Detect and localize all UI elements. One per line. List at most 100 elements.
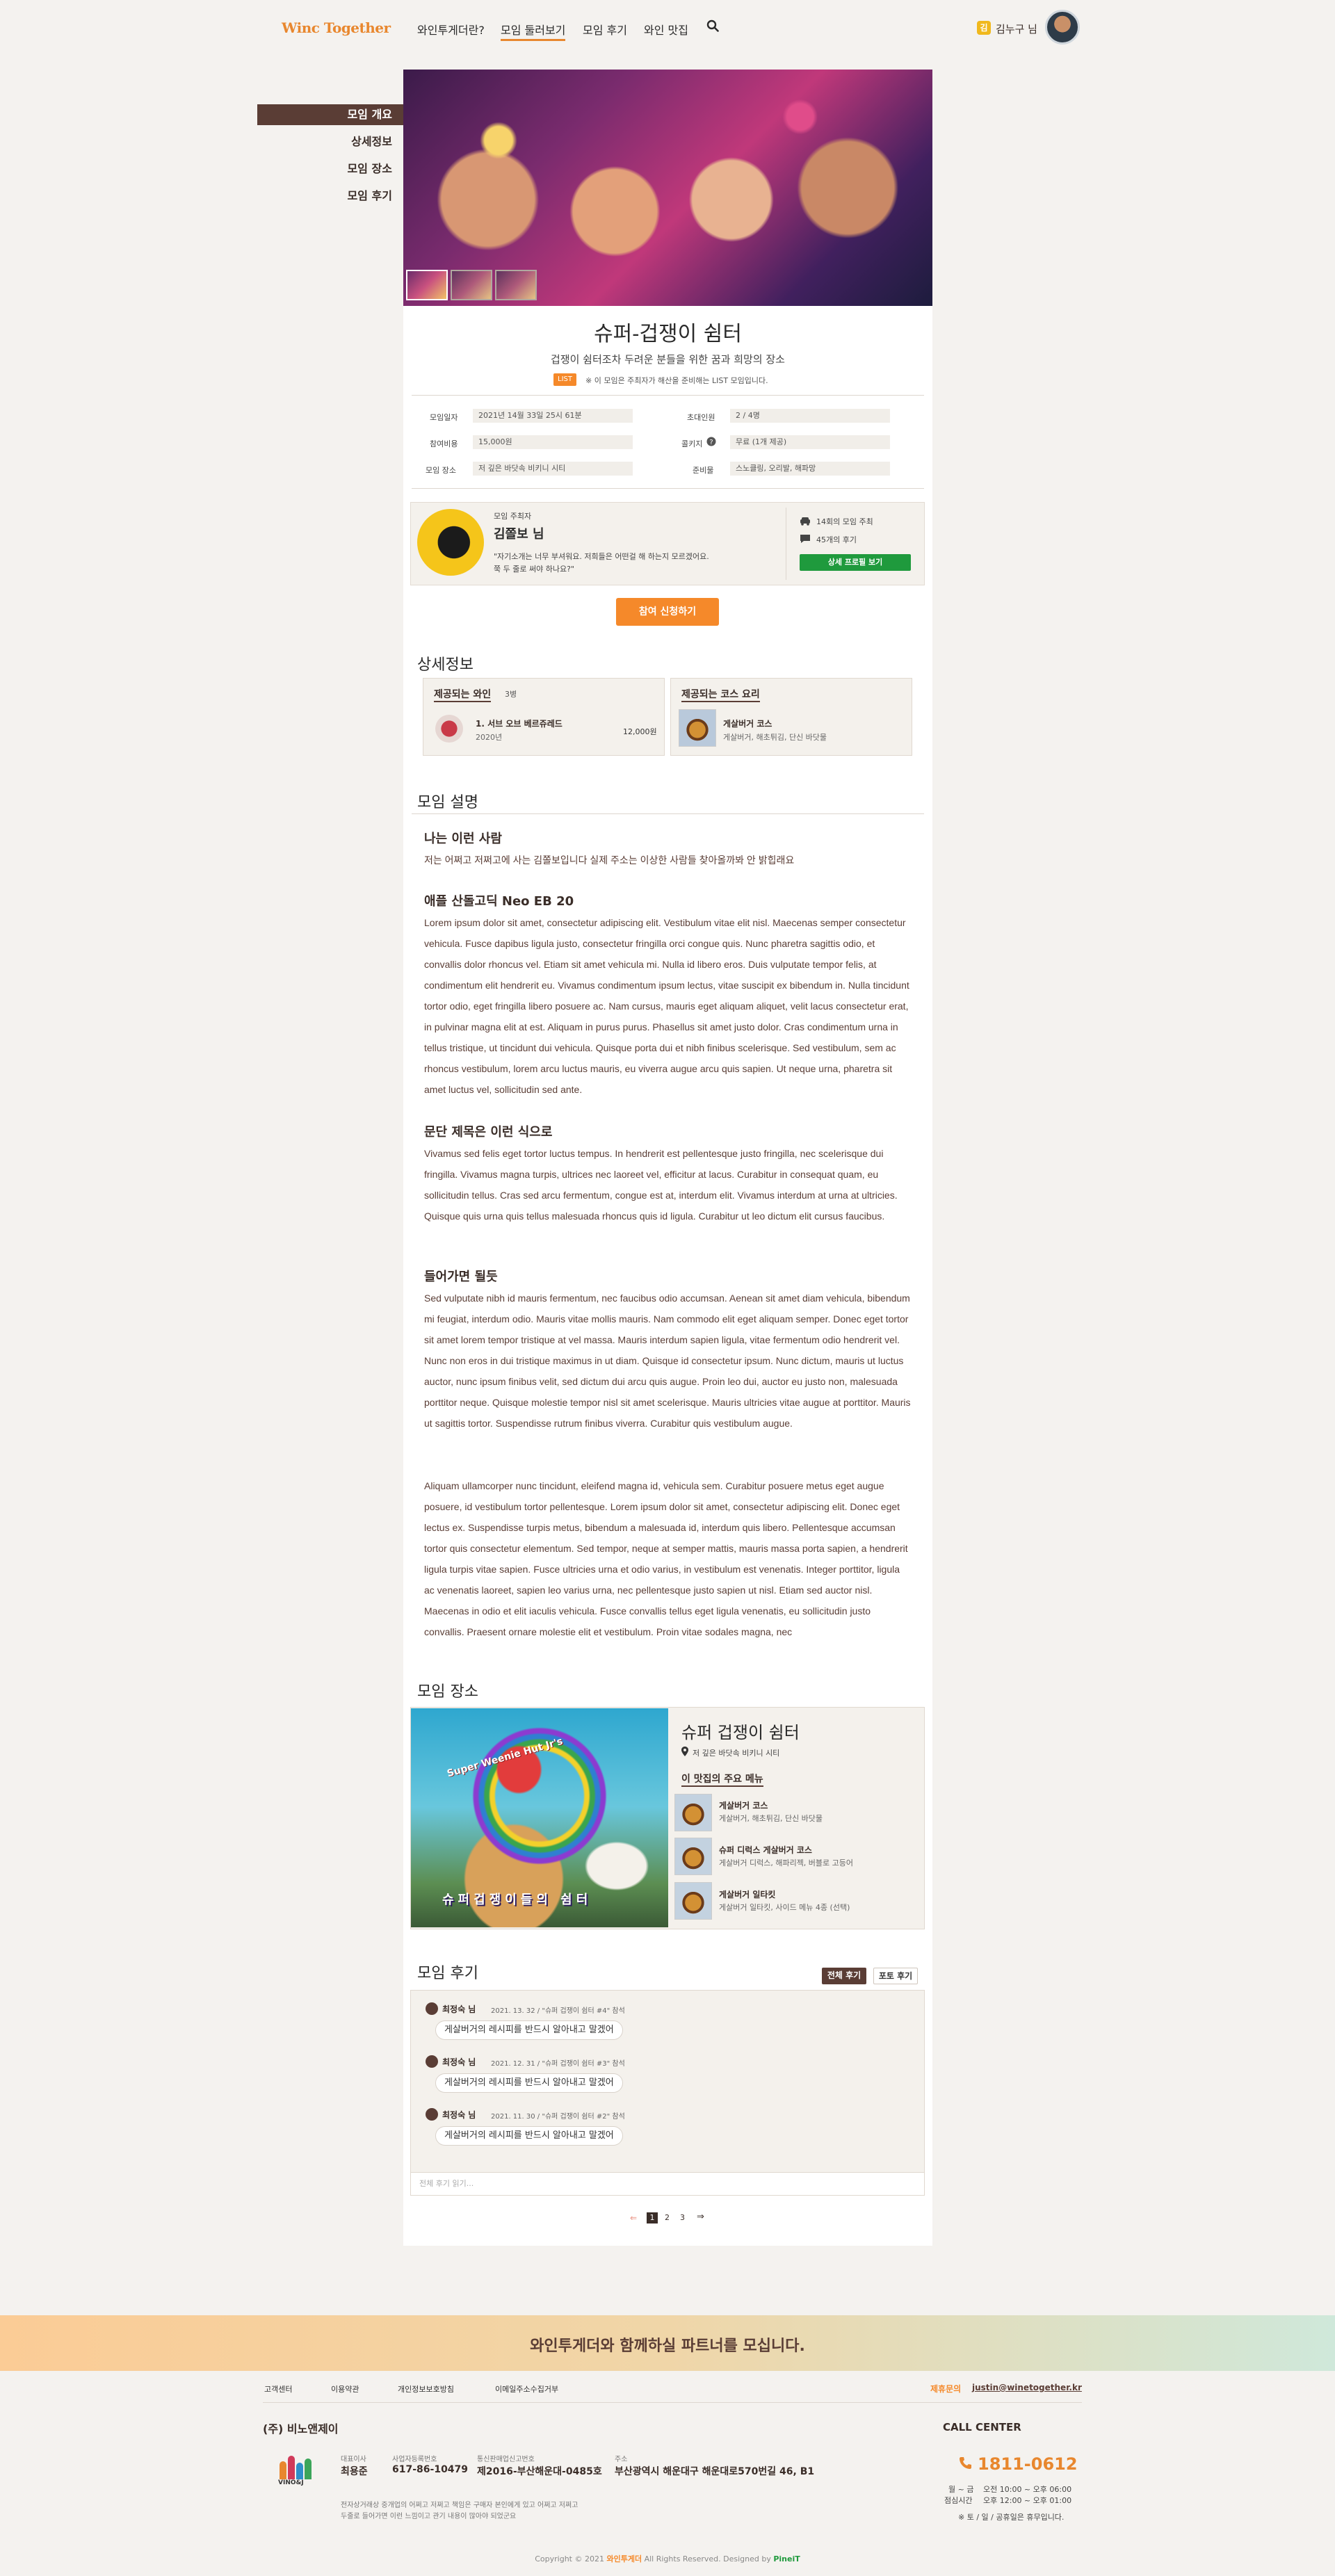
ceo-label: 대표이사 bbox=[341, 2456, 366, 2463]
menu-item-image bbox=[674, 1838, 712, 1875]
review-more-input[interactable]: 전체 후기 읽기... bbox=[410, 2172, 925, 2196]
desc-heading-1: 나는 이런 사람 bbox=[424, 832, 502, 846]
info-value-fee: 15,000원 bbox=[473, 435, 633, 449]
desc-heading-2: 애플 산돌고딕 Neo EB 20 bbox=[424, 894, 574, 909]
biz-number-label: 사업자등록번호 bbox=[392, 2456, 437, 2463]
copyright-brand: 와인투게더 bbox=[606, 2554, 642, 2563]
menu-item-image bbox=[674, 1882, 712, 1920]
side-nav-place[interactable]: 모임 장소 bbox=[257, 159, 403, 179]
menu-item-name: 슈퍼 디럭스 게살버거 코스 bbox=[719, 1845, 812, 1855]
info-label-invite: 초대인원 bbox=[687, 413, 715, 422]
info-label-fee: 참여비용 bbox=[430, 439, 458, 448]
user-name[interactable]: 김누구 님 bbox=[996, 22, 1037, 36]
hours-days: 월 ~ 금 bbox=[948, 2485, 974, 2494]
nav-wine-restaurants[interactable]: 와인 맛집 bbox=[644, 21, 688, 38]
call-center-phone[interactable]: 1811-0612 bbox=[978, 2454, 1078, 2474]
wine-price: 12,000원 bbox=[623, 727, 657, 736]
lunch-hours: 오후 12:00 ~ 오후 01:00 bbox=[983, 2496, 1072, 2505]
avatar bbox=[426, 2055, 438, 2068]
desc-heading-4: 들어가면 될듯 bbox=[424, 1270, 498, 1284]
list-note: ※ 이 모임은 주최자가 해산을 준비해는 LIST 모임입니다. bbox=[585, 376, 768, 385]
tab-photo-reviews[interactable]: 포토 후기 bbox=[873, 1968, 918, 1984]
apply-button[interactable]: 참여 신청하기 bbox=[616, 598, 719, 626]
side-nav-overview[interactable]: 모임 개요 bbox=[257, 104, 403, 125]
avatar bbox=[426, 2108, 438, 2121]
review-meta: 2021. 12. 31 / "슈퍼 겁쟁이 쉼터 #3" 참석 bbox=[491, 2060, 625, 2068]
copyright-prefix: Copyright © 2021 bbox=[535, 2554, 604, 2563]
info-label-date: 모임일자 bbox=[430, 413, 458, 422]
page-number[interactable]: 2 bbox=[665, 2213, 670, 2222]
partner-label: 제휴문의 bbox=[930, 2384, 962, 2394]
phone-icon bbox=[960, 2457, 971, 2469]
address-label: 주소 bbox=[615, 2456, 628, 2463]
site-logo[interactable]: Winc Together bbox=[282, 19, 391, 36]
company-address: 부산광역시 해운대구 해운대로570번길 46, B1 bbox=[615, 2466, 815, 2477]
page-number-current[interactable]: 1 bbox=[647, 2212, 658, 2223]
page-prev-arrow-icon[interactable]: ⇐ bbox=[630, 2213, 637, 2223]
side-nav-detail[interactable]: 상세정보 bbox=[257, 131, 403, 152]
info-value-supplies: 스노클링, 오리발, 해파망 bbox=[730, 462, 890, 476]
review-author: 최정숙 님 bbox=[442, 2110, 476, 2120]
question-circle-icon[interactable]: ? bbox=[706, 437, 716, 446]
partner-email-link[interactable]: justin@winetogether.kr bbox=[972, 2383, 1082, 2392]
map-pin-icon bbox=[681, 1747, 688, 1756]
desc-paragraph-2: Lorem ipsum dolor sit amet, consectetur … bbox=[424, 917, 909, 1095]
gallery-thumb-2[interactable] bbox=[451, 270, 492, 300]
user-avatar[interactable] bbox=[1045, 10, 1080, 44]
wine-bottle-icon bbox=[435, 715, 463, 743]
gallery-thumb-3[interactable] bbox=[495, 270, 537, 300]
reviews-heading: 모임 후기 bbox=[417, 1965, 478, 1982]
copyright-designer[interactable]: PineiT bbox=[773, 2554, 800, 2563]
call-center-title: CALL CENTER bbox=[943, 2421, 1021, 2433]
wine-count: 3병 bbox=[505, 690, 517, 699]
footer-link-support[interactable]: 고객센터 bbox=[264, 2383, 292, 2395]
chat-bubble-icon bbox=[800, 535, 810, 543]
lunch-label: 점심시간 bbox=[944, 2496, 973, 2505]
divider bbox=[412, 395, 924, 396]
footer-link-terms[interactable]: 이용약관 bbox=[331, 2383, 359, 2395]
menu-item-desc: 게살버거, 해초튀김, 단신 바닷물 bbox=[719, 1814, 823, 1823]
wine-name: 1. 서브 오브 베르쥬레드 bbox=[476, 719, 563, 729]
ceo-name: 최용준 bbox=[341, 2466, 368, 2477]
review-author: 최정숙 님 bbox=[442, 2004, 476, 2014]
gallery-thumb-1[interactable] bbox=[406, 270, 448, 300]
review-meta: 2021. 11. 30 / "슈퍼 겁쟁이 쉼터 #2" 참석 bbox=[491, 2113, 625, 2121]
host-name: 김쫄보 님 bbox=[494, 527, 544, 542]
legal-notice-2: 두줄로 들어가면 이런 느낌이고 관기 내용이 많아야 되었군요 bbox=[341, 2513, 517, 2520]
menu-item-desc: 게살버거 일타킷, 사이드 메뉴 4종 (선택) bbox=[719, 1903, 850, 1912]
host-profile-button[interactable]: 상세 프로필 보기 bbox=[800, 554, 911, 571]
wine-year: 2020년 bbox=[476, 733, 503, 742]
footer-link-privacy[interactable]: 개인정보보호방침 bbox=[398, 2383, 454, 2395]
menu-item-image bbox=[674, 1794, 712, 1831]
company-logo-text: VINO&J bbox=[278, 2479, 304, 2486]
meetup-title: 슈퍼-겁쟁이 쉼터 bbox=[594, 322, 742, 346]
copyright-middle: All Rights Reserved. Designed by bbox=[644, 2554, 771, 2563]
wine-card-title: 제공되는 와인 bbox=[434, 687, 492, 702]
meetup-subtitle: 겁쟁이 쉼터조차 두려운 분들을 위한 꿈과 희망의 장소 bbox=[551, 353, 785, 366]
divider bbox=[412, 813, 924, 814]
search-icon[interactable] bbox=[706, 19, 719, 32]
tab-all-reviews[interactable]: 전체 후기 bbox=[822, 1968, 866, 1984]
place-address: 저 깊은 바닷속 비키니 시티 bbox=[693, 1749, 780, 1758]
avatar bbox=[426, 2002, 438, 2015]
info-value-invite: 2 / 4명 bbox=[730, 409, 890, 423]
list-tag: LIST bbox=[553, 373, 576, 386]
side-nav-reviews[interactable]: 모임 후기 bbox=[257, 186, 403, 206]
nav-browse-meetups[interactable]: 모임 둘러보기 bbox=[501, 21, 566, 41]
host-quote-line-2: 쭉 두 줄로 써야 하나요?" bbox=[494, 565, 574, 574]
car-icon bbox=[800, 517, 810, 526]
holiday-notice: ※ 토 / 일 / 공휴일은 휴무입니다. bbox=[958, 2513, 1065, 2522]
info-value-place: 저 깊은 바닷속 비키니 시티 bbox=[473, 462, 633, 476]
nav-reviews[interactable]: 모임 후기 bbox=[583, 21, 627, 38]
mail-order-label: 통신판매업신고번호 bbox=[477, 2456, 535, 2463]
divider bbox=[412, 488, 924, 489]
host-role: 모임 주최자 bbox=[494, 512, 532, 521]
page-next-arrow-icon[interactable]: ⇒ bbox=[697, 2212, 704, 2222]
legal-notice-1: 전자상거래상 중개업의 어쩌고 저쩌고 책임은 구매자 본인에게 있고 어쩌고 … bbox=[341, 2502, 578, 2509]
nav-about[interactable]: 와인투게더란? bbox=[417, 21, 485, 38]
desc-paragraph-1: 저는 어쩌고 저쩌고에 사는 김쫄보입니다 실제 주소는 이상한 사람들 찾아올… bbox=[424, 854, 795, 866]
biz-number: 617-86-10479 bbox=[392, 2464, 469, 2475]
page-number[interactable]: 3 bbox=[680, 2213, 685, 2222]
host-review-count: 45개의 후기 bbox=[816, 535, 857, 544]
footer-link-email-policy[interactable]: 이메일주소수집거부 bbox=[495, 2383, 558, 2395]
